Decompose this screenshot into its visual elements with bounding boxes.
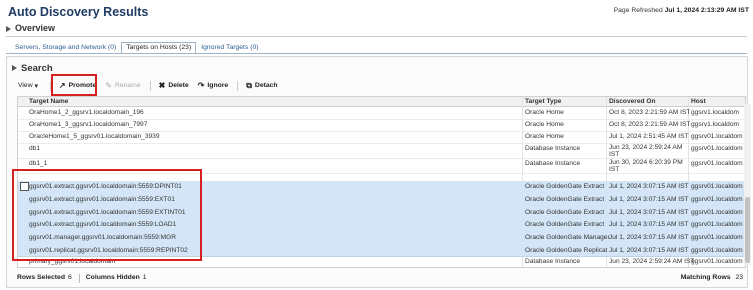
dropdown-arrow-icon: ▾ bbox=[34, 82, 38, 90]
rename-button[interactable]: ✎ Rename bbox=[105, 81, 140, 90]
cell-discovered-on: Jun 30, 2024 6:20:39 PM IST bbox=[609, 159, 683, 173]
column-header-discovered-on[interactable]: Discovered On bbox=[609, 98, 656, 105]
page-refreshed-label: Page Refreshed bbox=[613, 7, 663, 14]
cell-host: ggsrv1.localdom bbox=[691, 109, 740, 116]
matching-rows: Matching Rows 23 bbox=[681, 274, 743, 281]
cell-discovered-on: Jul 1, 2024 3:07:15 AM IST bbox=[609, 247, 689, 254]
page-title: Auto Discovery Results bbox=[8, 5, 149, 19]
footer-separator bbox=[78, 274, 80, 283]
toolbar-separator bbox=[237, 80, 239, 91]
detach-icon: ⧉ bbox=[246, 80, 252, 90]
matching-rows-value: 23 bbox=[735, 274, 743, 281]
cell-target-type: Oracle GoldenGate Replicat bbox=[525, 247, 608, 254]
rows-selected-value: 6 bbox=[67, 274, 72, 281]
cell-target-type: Database Instance bbox=[525, 145, 580, 152]
cell-discovered-on: Jul 1, 2024 3:07:15 AM IST bbox=[609, 209, 689, 216]
view-label: View bbox=[18, 82, 33, 89]
cell-host: ggsrv01.localdom bbox=[691, 258, 743, 265]
cell-host: ggsrv01.localdom bbox=[691, 196, 743, 203]
cell-target-type: Oracle Home bbox=[525, 121, 564, 128]
view-menu[interactable]: View ▾ bbox=[18, 82, 38, 90]
cell-discovered-on: Jul 1, 2024 3:07:15 AM IST bbox=[609, 196, 689, 203]
page-refreshed-value: Jul 1, 2024 2:13:29 AM IST bbox=[664, 7, 749, 14]
cell-target-type: Oracle GoldenGate Extract bbox=[525, 196, 605, 203]
cell-discovered-on: Jul 1, 2024 2:51:45 AM IST bbox=[609, 133, 689, 140]
table-footer: Rows Selected 6 Columns Hidden 1 bbox=[17, 274, 154, 283]
overview-label: Overview bbox=[15, 23, 56, 33]
cell-host: ggsrv01.localdom bbox=[691, 234, 743, 241]
selected-rows-highlight-box bbox=[12, 169, 202, 261]
cell-target-type: Database Instance bbox=[525, 160, 580, 167]
cell-discovered-on: Jul 1, 2024 3:07:15 AM IST bbox=[609, 221, 689, 228]
pencil-icon: ✎ bbox=[105, 81, 112, 90]
cell-discovered-on: Jul 1, 2024 3:07:15 AM IST bbox=[609, 234, 689, 241]
cell-target-type: Oracle GoldenGate Extract bbox=[525, 221, 605, 228]
table-header: Target Name Target Type Discovered On Ho… bbox=[18, 97, 745, 107]
cell-target-name: db1 bbox=[29, 145, 41, 152]
cell-target-type: Oracle Home bbox=[525, 109, 564, 116]
table-row[interactable]: db1 Database Instance Jun 23, 2024 2:59:24… bbox=[18, 143, 745, 159]
tab-targets-on-hosts[interactable]: Targets on Hosts (23) bbox=[121, 42, 197, 53]
cell-discovered-on: Oct 8, 2023 2:21:59 AM IST bbox=[609, 121, 691, 128]
cell-target-name: OracleHome1_5_ggsrv01.localdomain_3939 bbox=[29, 133, 160, 140]
column-header-host[interactable]: Host bbox=[691, 98, 706, 105]
overview-toggle[interactable]: Overview bbox=[6, 23, 55, 33]
cell-host: ggsrv01.localdom bbox=[691, 221, 743, 228]
promote-highlight-box bbox=[51, 74, 97, 96]
cell-discovered-on: Oct 8, 2023 2:21:59 AM IST bbox=[609, 109, 691, 116]
toolbar-separator bbox=[149, 80, 151, 91]
cell-target-type: Oracle GoldenGate Extract bbox=[525, 183, 605, 190]
cell-host: ggsrv01.localdom bbox=[691, 160, 743, 167]
cell-target-type: Oracle GoldenGate Manager bbox=[525, 234, 610, 241]
page-refreshed: Page Refreshed Jul 1, 2024 2:13:29 AM IS… bbox=[614, 7, 749, 14]
tab-bar: Servers, Storage and Network (0) Targets… bbox=[10, 42, 264, 53]
cell-target-type: Oracle Home bbox=[525, 133, 564, 140]
search-toggle[interactable]: Search bbox=[12, 63, 53, 74]
cell-discovered-on: Jul 1, 2024 3:07:15 AM IST bbox=[609, 183, 689, 190]
detach-button[interactable]: ⧉ Detach bbox=[246, 81, 277, 91]
ignore-icon: ↷ bbox=[197, 81, 205, 90]
cell-target-name: OraHome1_2_ggsrv1.localdomain_196 bbox=[29, 109, 144, 116]
delete-x-icon: ✖ bbox=[158, 81, 166, 90]
cell-discovered-on: Jun 23, 2024 2:59:24 AM IST bbox=[609, 144, 683, 158]
cell-host: ggsrv01.localdom bbox=[691, 145, 743, 152]
column-header-target-name[interactable]: Target Name bbox=[29, 98, 68, 105]
column-header-target-type[interactable]: Target Type bbox=[525, 98, 561, 105]
cell-host: ggsrv01.localdom bbox=[691, 209, 743, 216]
cell-host: ggsrv1.localdom bbox=[691, 121, 740, 128]
tab-servers-storage-network[interactable]: Servers, Storage and Network (0) bbox=[10, 42, 121, 53]
expand-triangle-icon bbox=[12, 65, 17, 72]
expand-triangle-icon bbox=[6, 25, 11, 32]
cell-host: ggsrv01.localdom bbox=[691, 183, 743, 190]
search-label: Search bbox=[21, 63, 53, 74]
delete-button[interactable]: ✖ Delete bbox=[159, 81, 189, 90]
rows-selected-label: Rows Selected bbox=[17, 274, 65, 281]
matching-rows-label: Matching Rows bbox=[680, 274, 731, 281]
columns-hidden-label: Columns Hidden bbox=[85, 274, 140, 281]
divider bbox=[6, 36, 747, 37]
cell-host: ggsrv01.localdom bbox=[691, 247, 743, 254]
cell-target-name: db1_1 bbox=[29, 160, 48, 167]
tab-underline bbox=[6, 53, 747, 54]
columns-hidden-value: 1 bbox=[142, 274, 147, 281]
cell-discovered-on: Jun 23, 2024 2:59:24 AM IST bbox=[609, 258, 695, 265]
cell-target-name: OraHome1_3_ggsrv1.localdomain_7997 bbox=[29, 121, 148, 128]
cell-host: ggsrv01.localdom bbox=[691, 133, 743, 140]
ignore-button[interactable]: ↷ Ignore bbox=[198, 81, 228, 90]
cell-target-type: Oracle GoldenGate Extract bbox=[525, 209, 605, 216]
cell-target-type: Database Instance bbox=[525, 258, 580, 265]
scrollbar-thumb[interactable] bbox=[745, 197, 750, 263]
tab-ignored-targets[interactable]: Ignored Targets (0) bbox=[196, 42, 263, 53]
